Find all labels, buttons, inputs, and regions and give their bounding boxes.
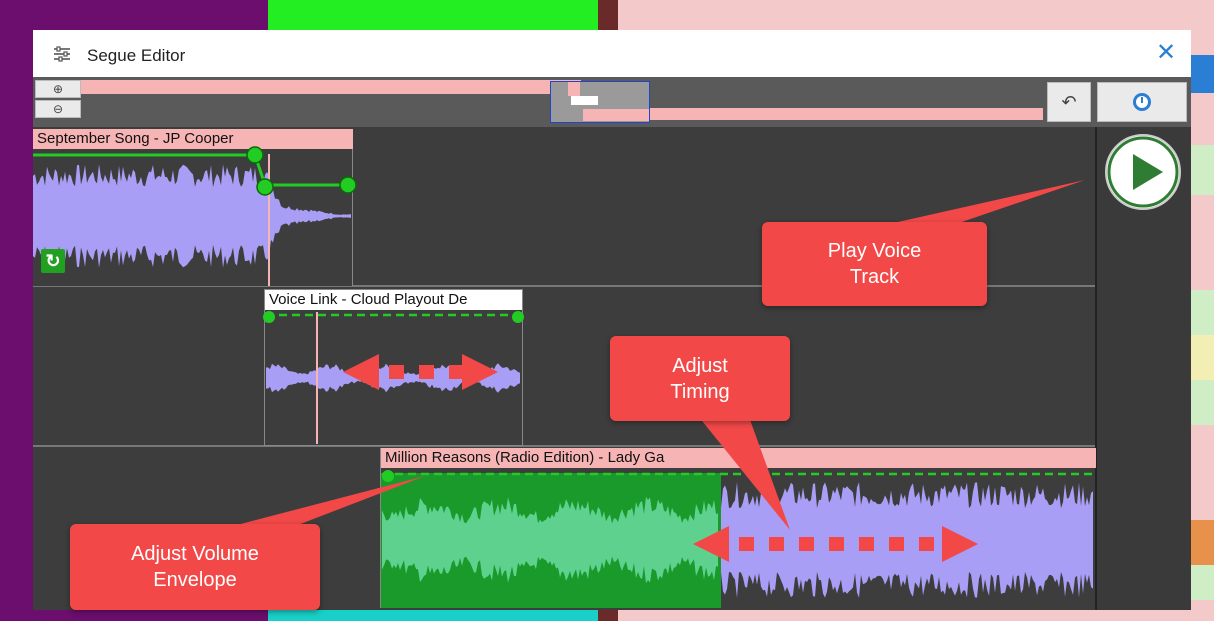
track-3-fade-waveform [382,496,718,584]
play-voice-track-callout: Play Voice Track [762,222,987,306]
voice-timing-arrow-dash [419,365,434,379]
voice-timing-arrow-left [343,354,379,390]
envelope-handle-1 [246,146,264,164]
bg-green-cells-3 [1191,380,1214,425]
track-2-handle-left [263,311,275,323]
voice-timing-arrow-dash [449,365,464,379]
voice-timing-arrow-dash [389,365,404,379]
adjust-timing-callout: Adjust Timing [610,336,790,421]
track-timing-arrow-dash [919,537,934,551]
track-3-handle [382,470,394,482]
bg-blue-cell [1191,55,1214,93]
track-timing-arrow-dash [889,537,904,551]
bg-green-header [268,0,598,30]
play-voice-track-button[interactable] [1105,134,1181,210]
bg-yellow-cell [1191,335,1214,380]
track-timing-arrow-dash [739,537,754,551]
track-timing-arrow-dash [799,537,814,551]
track-1-waveform [33,164,351,268]
adjust-volume-envelope-callout: Adjust Volume Envelope [70,524,320,610]
track-timing-arrow-dash [769,537,784,551]
track-2-handle-right [512,311,524,323]
bg-cyan-footer [268,610,598,621]
track-timing-arrow-dash [829,537,844,551]
bg-orange-cell [1191,520,1214,565]
segue-editor-dialog: Segue Editor ✕ ⊕ ⊖ ↶ September Song - JP… [33,30,1191,610]
envelope-handle-2 [256,178,274,196]
loop-button[interactable]: ↻ [41,249,65,273]
bg-green-cells-4 [1191,565,1214,600]
track-timing-arrow-dash [859,537,874,551]
bg-green-cells-2 [1191,290,1214,335]
bg-green-cells [1191,145,1214,195]
play-icon [1107,136,1179,208]
envelope-handle-3 [339,176,357,194]
refresh-icon: ↻ [45,251,61,271]
waveform-canvas [33,146,1093,598]
